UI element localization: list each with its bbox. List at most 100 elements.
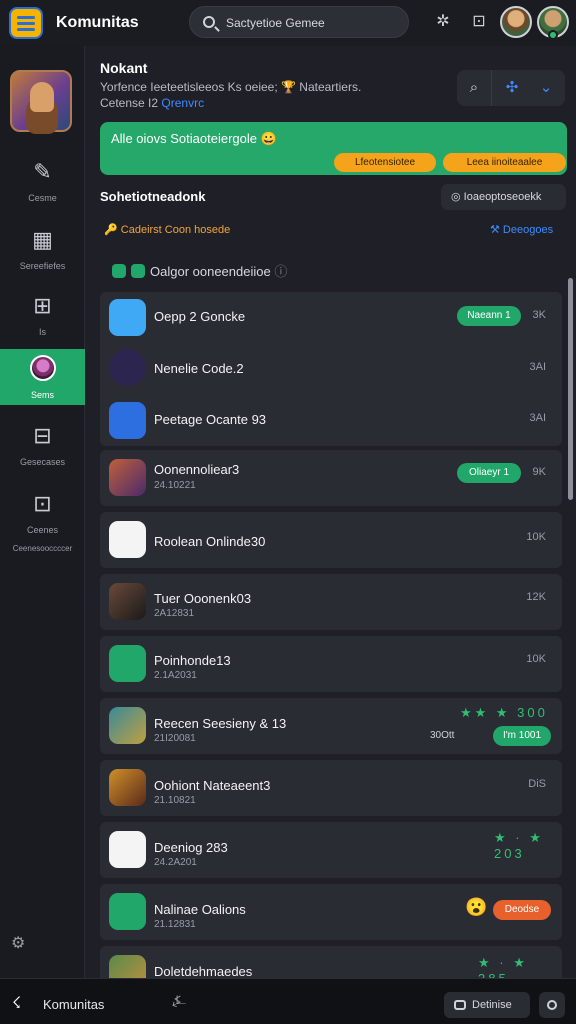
search-icon[interactable]: ⌕ [457, 70, 491, 106]
bottom-action-label: Detinise [472, 999, 512, 1011]
promo-button-2[interactable]: Leea iinoiteaalee [443, 153, 566, 172]
row-name[interactable]: Tuer Ooonenk03 [154, 591, 251, 606]
robot-icon [109, 645, 146, 682]
greeting-link[interactable]: Qrenvrc [161, 96, 204, 110]
row-count: 3AI [529, 412, 546, 424]
divider [491, 70, 492, 106]
monitor-icon: ⊡ [33, 491, 52, 516]
row-name[interactable]: Nenelie Code.2 [154, 361, 244, 376]
sidebar-item-label: Gesecases [19, 457, 66, 467]
rating-stars: ★ · ★ 385 [478, 955, 528, 978]
check-shield-icon [109, 402, 146, 439]
filter-left[interactable]: 🔑 Cadeirst Coon hosede [104, 223, 230, 236]
section-title: Sohetiotneadonk [100, 189, 206, 204]
row-date: 21.10821 [154, 795, 196, 806]
sidebar-item-label: Ceenes [26, 525, 59, 535]
menu-icon[interactable] [9, 7, 43, 39]
settings-icon[interactable]: ✲ [432, 11, 454, 33]
row-name[interactable]: Peetage Ocante 93 [154, 412, 266, 427]
app-title: Komunitas [56, 14, 139, 31]
status-badge: Naeann 1 [457, 306, 521, 326]
key-icon: 🔑 [104, 224, 121, 236]
pencil-icon: ✎ [33, 159, 52, 184]
sidebar-item-sublabel: Ceenesooccccer [12, 544, 73, 553]
sidebar-item-label: Sereefiefes [19, 261, 66, 271]
filter-left-label: Cadeirst Coon hosede [120, 224, 231, 236]
chevron-down-icon[interactable]: ⌄ [531, 70, 561, 106]
grid-icon: ▦ [32, 227, 53, 252]
row-name[interactable]: Oonennoliear3 [154, 462, 239, 477]
group-icon [131, 264, 145, 278]
portrait-icon [109, 583, 146, 620]
bottom-title: Komunitas [43, 997, 105, 1012]
row-name[interactable]: Doletdehmaedes [154, 964, 252, 978]
promo-button-1[interactable]: Lfeotensiotee [334, 153, 436, 172]
bottom-bar: ☇ Komunitas ⍼ Detinise [0, 978, 576, 1024]
row-name[interactable]: Oepp 2 Goncke [154, 309, 245, 324]
puzzle-icon[interactable]: ✣ [497, 70, 527, 106]
row-name[interactable]: Poinhonde13 [154, 653, 231, 668]
check-icon [109, 299, 146, 336]
group-icon [112, 264, 126, 278]
search-icon [203, 16, 215, 28]
search-input[interactable]: Sactyetioe Gemee [189, 6, 409, 38]
section-action-button[interactable]: ◎ Ioaeoptoseoekk [441, 184, 566, 210]
greeting-subtext: Cetense I2 Qrenvrc [100, 96, 204, 110]
promo-banner: Alle oiovs Sotiaoteiergole 😀 Lfeotensiot… [100, 122, 567, 175]
row-name[interactable]: Roolean Onlinde30 [154, 534, 265, 549]
sidebar-item-sems[interactable]: Sems [0, 349, 85, 405]
inbox-icon[interactable]: ⊡ [468, 11, 490, 33]
row-count: 10K [526, 531, 546, 543]
status-badge: I'm 1001 [493, 726, 551, 746]
sidebar-item-ceenes[interactable]: ⊡ Ceenes Ceenesooccccer [0, 486, 85, 554]
sidebar-item-label: Sems [30, 390, 54, 400]
sidebar-item-is[interactable]: ⊞ Is [0, 288, 85, 344]
sidebar-item-label: Is [38, 327, 46, 337]
game-list: Oepp 2 Goncke Naeann 1 3K Nenelie Code.2… [100, 292, 562, 978]
ring-icon [109, 893, 146, 930]
online-status-dot [548, 30, 558, 40]
row-count: 3AI [529, 361, 546, 373]
group-header[interactable]: Oalgor ooneendeiioe ⓘ [112, 261, 287, 280]
komunitas-logo-icon[interactable]: ☇ [12, 993, 21, 1013]
sidebar: ✎ Cesme ▦ Sereefiefes ⊞ Is Sems ⊟ Geseca… [0, 46, 85, 978]
share-icon[interactable]: ⍼ [172, 993, 186, 1011]
compass-icon [109, 349, 146, 386]
gear-icon[interactable]: ⚙ [11, 933, 25, 953]
sidebar-item-gesecases[interactable]: ⊟ Gesecases [0, 418, 85, 474]
toolbar: ⌕ ✣ ⌄ [457, 70, 565, 106]
tools-icon: ⚒ [490, 224, 503, 236]
controller-icon [454, 1000, 466, 1010]
row-count: 12K [526, 591, 546, 603]
scrollbar[interactable] [568, 278, 573, 500]
row-name[interactable]: Oohiont Nateaeent3 [154, 778, 270, 793]
search-placeholder: Sactyetioe Gemee [226, 16, 325, 30]
row-count: 10K [526, 653, 546, 665]
row-count: 3K [532, 309, 546, 321]
page-title: Nokant [100, 60, 148, 76]
status-badge[interactable]: Deodse [493, 900, 551, 920]
row-count: 9K [532, 466, 546, 478]
avatar-icon [29, 355, 56, 381]
sidebar-item-sereefiefes[interactable]: ▦ Sereefiefes [0, 222, 85, 278]
bottom-action-button[interactable]: Detinise [444, 992, 530, 1018]
record-icon[interactable] [539, 992, 565, 1018]
group-title: Oalgor ooneendeiioe [150, 264, 271, 279]
game-cover-image[interactable] [10, 70, 72, 132]
row-date: 24.2A201 [154, 857, 197, 868]
helmet-icon [109, 521, 146, 558]
ranger-icon [109, 707, 146, 744]
row-meta: 30Ott [430, 730, 455, 741]
main-content: Nokant Yorfence Ieeteetisleeos Ks oeiee;… [86, 46, 576, 978]
row-count: DiS [528, 778, 546, 790]
row-name[interactable]: Reecen Seesieny & 13 [154, 716, 286, 731]
sidebar-item-cesme[interactable]: ✎ Cesme [0, 154, 85, 210]
filter-right[interactable]: ⚒ Deeogoes [490, 223, 553, 236]
warrior-icon [109, 459, 146, 496]
user-avatar[interactable] [500, 6, 532, 38]
status-badge: Oliaeyr 1 [457, 463, 521, 483]
row-name[interactable]: Deeniog 283 [154, 840, 228, 855]
section-action-label: Ioaeoptoseoekk [463, 191, 542, 203]
row-name[interactable]: Nalinae Oalions [154, 902, 246, 917]
info-icon[interactable]: ⓘ [274, 264, 287, 279]
